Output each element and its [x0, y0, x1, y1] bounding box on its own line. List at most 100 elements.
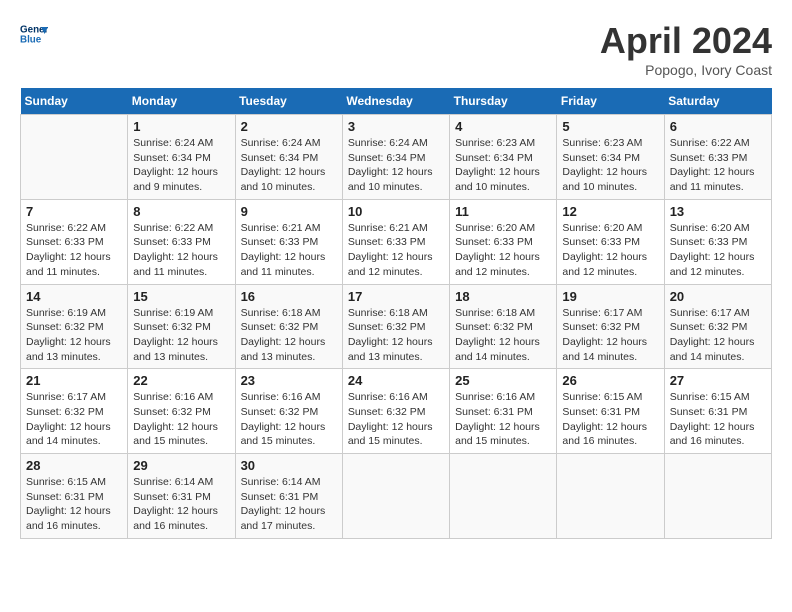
- day-info: Sunrise: 6:18 AMSunset: 6:32 PMDaylight:…: [348, 306, 444, 365]
- day-number: 14: [26, 289, 122, 304]
- day-info: Sunrise: 6:16 AMSunset: 6:31 PMDaylight:…: [455, 390, 551, 449]
- day-info: Sunrise: 6:20 AMSunset: 6:33 PMDaylight:…: [562, 221, 658, 280]
- calendar-cell: 9 Sunrise: 6:21 AMSunset: 6:33 PMDaylight…: [235, 199, 342, 284]
- day-number: 1: [133, 119, 229, 134]
- day-number: 16: [241, 289, 337, 304]
- calendar-header: SundayMondayTuesdayWednesdayThursdayFrid…: [21, 88, 772, 115]
- day-info: Sunrise: 6:16 AMSunset: 6:32 PMDaylight:…: [241, 390, 337, 449]
- calendar-cell: 26 Sunrise: 6:15 AMSunset: 6:31 PMDayligh…: [557, 369, 664, 454]
- day-number: 29: [133, 458, 229, 473]
- calendar-cell: 25 Sunrise: 6:16 AMSunset: 6:31 PMDayligh…: [450, 369, 557, 454]
- day-number: 2: [241, 119, 337, 134]
- calendar-cell: [557, 454, 664, 539]
- day-info: Sunrise: 6:24 AMSunset: 6:34 PMDaylight:…: [348, 136, 444, 195]
- day-number: 25: [455, 373, 551, 388]
- day-info: Sunrise: 6:18 AMSunset: 6:32 PMDaylight:…: [455, 306, 551, 365]
- calendar-cell: 12 Sunrise: 6:20 AMSunset: 6:33 PMDayligh…: [557, 199, 664, 284]
- day-header-friday: Friday: [557, 88, 664, 115]
- day-number: 15: [133, 289, 229, 304]
- day-number: 9: [241, 204, 337, 219]
- calendar-cell: 13 Sunrise: 6:20 AMSunset: 6:33 PMDayligh…: [664, 199, 771, 284]
- day-info: Sunrise: 6:16 AMSunset: 6:32 PMDaylight:…: [133, 390, 229, 449]
- day-info: Sunrise: 6:20 AMSunset: 6:33 PMDaylight:…: [455, 221, 551, 280]
- calendar-cell: 22 Sunrise: 6:16 AMSunset: 6:32 PMDayligh…: [128, 369, 235, 454]
- day-number: 4: [455, 119, 551, 134]
- calendar-cell: 21Sunrise: 6:17 AMSunset: 6:32 PMDayligh…: [21, 369, 128, 454]
- calendar-cell: 8 Sunrise: 6:22 AMSunset: 6:33 PMDaylight…: [128, 199, 235, 284]
- day-info: Sunrise: 6:24 AMSunset: 6:34 PMDaylight:…: [133, 136, 229, 195]
- day-number: 5: [562, 119, 658, 134]
- calendar-cell: 16 Sunrise: 6:18 AMSunset: 6:32 PMDayligh…: [235, 284, 342, 369]
- calendar-cell: 1 Sunrise: 6:24 AMSunset: 6:34 PMDaylight…: [128, 115, 235, 200]
- calendar-cell: 28 Sunrise: 6:15 AMSunset: 6:31 PMDayligh…: [21, 454, 128, 539]
- day-header-tuesday: Tuesday: [235, 88, 342, 115]
- day-number: 22: [133, 373, 229, 388]
- day-number: 30: [241, 458, 337, 473]
- calendar-week-2: 7Sunrise: 6:22 AMSunset: 6:33 PMDaylight…: [21, 199, 772, 284]
- day-info: Sunrise: 6:16 AMSunset: 6:32 PMDaylight:…: [348, 390, 444, 449]
- calendar-cell: 5 Sunrise: 6:23 AMSunset: 6:34 PMDaylight…: [557, 115, 664, 200]
- calendar-cell: 7Sunrise: 6:22 AMSunset: 6:33 PMDaylight…: [21, 199, 128, 284]
- day-info: Sunrise: 6:15 AMSunset: 6:31 PMDaylight:…: [26, 475, 122, 534]
- day-number: 8: [133, 204, 229, 219]
- day-header-sunday: Sunday: [21, 88, 128, 115]
- calendar-cell: 30 Sunrise: 6:14 AMSunset: 6:31 PMDayligh…: [235, 454, 342, 539]
- day-number: 12: [562, 204, 658, 219]
- calendar-cell: 11 Sunrise: 6:20 AMSunset: 6:33 PMDayligh…: [450, 199, 557, 284]
- day-info: Sunrise: 6:17 AMSunset: 6:32 PMDaylight:…: [26, 390, 122, 449]
- calendar-cell: 6Sunrise: 6:22 AMSunset: 6:33 PMDaylight…: [664, 115, 771, 200]
- calendar-cell: 17 Sunrise: 6:18 AMSunset: 6:32 PMDayligh…: [342, 284, 449, 369]
- calendar-cell: 29 Sunrise: 6:14 AMSunset: 6:31 PMDayligh…: [128, 454, 235, 539]
- day-info: Sunrise: 6:14 AMSunset: 6:31 PMDaylight:…: [133, 475, 229, 534]
- day-info: Sunrise: 6:24 AMSunset: 6:34 PMDaylight:…: [241, 136, 337, 195]
- day-number: 27: [670, 373, 766, 388]
- day-number: 18: [455, 289, 551, 304]
- calendar-cell: 4Sunrise: 6:23 AMSunset: 6:34 PMDaylight…: [450, 115, 557, 200]
- calendar-cell: 19Sunrise: 6:17 AMSunset: 6:32 PMDayligh…: [557, 284, 664, 369]
- day-header-monday: Monday: [128, 88, 235, 115]
- calendar-week-5: 28 Sunrise: 6:15 AMSunset: 6:31 PMDayligh…: [21, 454, 772, 539]
- calendar-body: 1 Sunrise: 6:24 AMSunset: 6:34 PMDaylight…: [21, 115, 772, 539]
- calendar-cell: 27 Sunrise: 6:15 AMSunset: 6:31 PMDayligh…: [664, 369, 771, 454]
- title-area: April 2024 Popogo, Ivory Coast: [600, 20, 772, 78]
- day-info: Sunrise: 6:19 AMSunset: 6:32 PMDaylight:…: [26, 306, 122, 365]
- calendar-cell: [21, 115, 128, 200]
- calendar-cell: 10 Sunrise: 6:21 AMSunset: 6:33 PMDayligh…: [342, 199, 449, 284]
- day-info: Sunrise: 6:14 AMSunset: 6:31 PMDaylight:…: [241, 475, 337, 534]
- day-info: Sunrise: 6:15 AMSunset: 6:31 PMDaylight:…: [670, 390, 766, 449]
- day-number: 23: [241, 373, 337, 388]
- calendar-cell: [664, 454, 771, 539]
- day-header-wednesday: Wednesday: [342, 88, 449, 115]
- day-info: Sunrise: 6:20 AMSunset: 6:33 PMDaylight:…: [670, 221, 766, 280]
- day-number: 17: [348, 289, 444, 304]
- day-info: Sunrise: 6:18 AMSunset: 6:32 PMDaylight:…: [241, 306, 337, 365]
- calendar-week-4: 21Sunrise: 6:17 AMSunset: 6:32 PMDayligh…: [21, 369, 772, 454]
- day-number: 3: [348, 119, 444, 134]
- calendar-cell: 3 Sunrise: 6:24 AMSunset: 6:34 PMDaylight…: [342, 115, 449, 200]
- day-info: Sunrise: 6:17 AMSunset: 6:32 PMDaylight:…: [670, 306, 766, 365]
- logo: General Blue: [20, 20, 48, 48]
- calendar-week-1: 1 Sunrise: 6:24 AMSunset: 6:34 PMDaylight…: [21, 115, 772, 200]
- day-info: Sunrise: 6:21 AMSunset: 6:33 PMDaylight:…: [241, 221, 337, 280]
- day-number: 28: [26, 458, 122, 473]
- day-info: Sunrise: 6:22 AMSunset: 6:33 PMDaylight:…: [670, 136, 766, 195]
- day-number: 26: [562, 373, 658, 388]
- month-title: April 2024: [600, 20, 772, 62]
- day-number: 13: [670, 204, 766, 219]
- day-number: 11: [455, 204, 551, 219]
- header: General Blue April 2024 Popogo, Ivory Co…: [20, 20, 772, 78]
- day-number: 10: [348, 204, 444, 219]
- logo-icon: General Blue: [20, 20, 48, 48]
- calendar-cell: 14 Sunrise: 6:19 AMSunset: 6:32 PMDayligh…: [21, 284, 128, 369]
- day-info: Sunrise: 6:21 AMSunset: 6:33 PMDaylight:…: [348, 221, 444, 280]
- day-info: Sunrise: 6:17 AMSunset: 6:32 PMDaylight:…: [562, 306, 658, 365]
- calendar-table: SundayMondayTuesdayWednesdayThursdayFrid…: [20, 88, 772, 539]
- day-header-saturday: Saturday: [664, 88, 771, 115]
- day-info: Sunrise: 6:15 AMSunset: 6:31 PMDaylight:…: [562, 390, 658, 449]
- calendar-cell: 23 Sunrise: 6:16 AMSunset: 6:32 PMDayligh…: [235, 369, 342, 454]
- day-info: Sunrise: 6:22 AMSunset: 6:33 PMDaylight:…: [133, 221, 229, 280]
- calendar-cell: 24Sunrise: 6:16 AMSunset: 6:32 PMDayligh…: [342, 369, 449, 454]
- day-info: Sunrise: 6:23 AMSunset: 6:34 PMDaylight:…: [562, 136, 658, 195]
- day-info: Sunrise: 6:22 AMSunset: 6:33 PMDaylight:…: [26, 221, 122, 280]
- calendar-cell: 18 Sunrise: 6:18 AMSunset: 6:32 PMDayligh…: [450, 284, 557, 369]
